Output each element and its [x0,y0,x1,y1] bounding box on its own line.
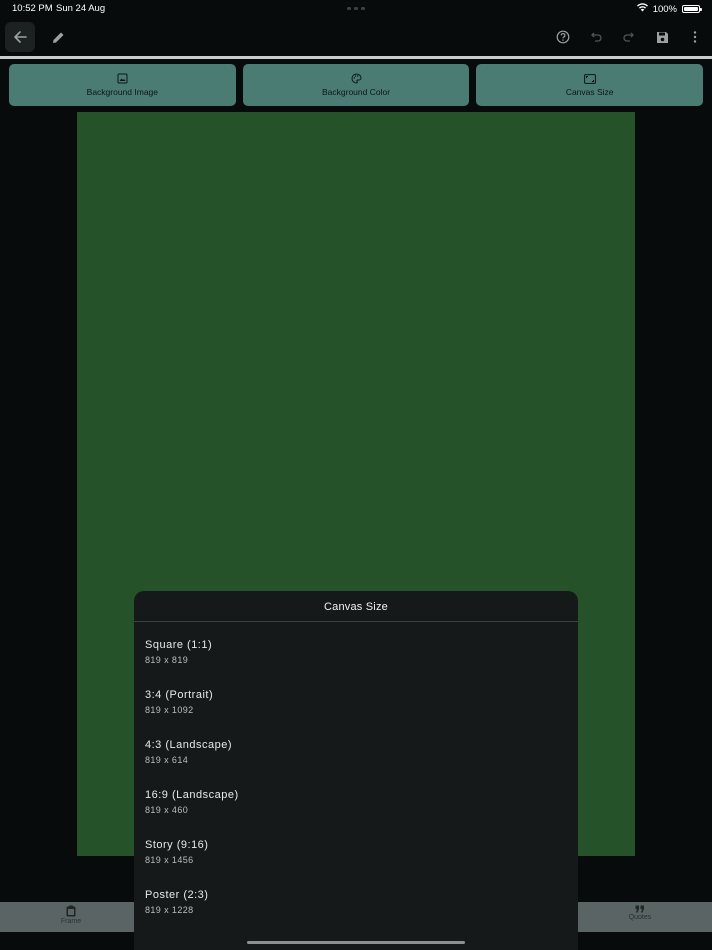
wifi-icon [636,3,648,15]
multitasking-dots-icon[interactable] [347,7,365,10]
toolbar-divider [0,56,712,59]
nav-item-quotes[interactable]: Quotes [610,905,670,921]
back-button[interactable] [5,22,35,52]
more-vertical-icon [693,31,697,43]
palette-icon [351,73,362,84]
size-dimensions: 819 x 614 [145,755,189,765]
size-name: 3:4 (Portrait) [145,689,214,701]
status-date: Sun 24 Aug [56,3,106,14]
help-icon [556,30,570,44]
battery-icon [682,5,702,13]
tab-background-image[interactable]: Background Image [9,64,236,106]
back-arrow-icon [14,31,27,43]
nav-label: Frame [60,918,82,925]
pencil-icon [52,32,63,43]
save-button[interactable] [651,26,673,48]
nav-item-frame[interactable]: Frame [41,905,101,925]
size-name: Story (9:16) [145,839,209,851]
size-dimensions: 819 x 1228 [145,905,194,915]
clipboard-icon [66,905,76,917]
status-bar: 10:52 PM Sun 24 Aug 100% [0,0,712,18]
toolbar [0,20,712,56]
canvas-size-list: Square (1:1) 819 x 819 3:4 (Portrait) 81… [134,622,578,938]
size-option-square[interactable]: Square (1:1) 819 x 819 [134,638,578,688]
tab-background-color[interactable]: Background Color [242,64,470,106]
tab-label: Background Image [86,87,159,97]
canvas-size-sheet: Canvas Size Square (1:1) 819 x 819 3:4 (… [134,591,578,950]
aspect-ratio-icon [583,73,596,84]
tab-canvas-size[interactable]: Canvas Size [476,64,704,106]
tab-label: Canvas Size [565,86,614,97]
size-option-story[interactable]: Story (9:16) 819 x 1456 [134,838,578,888]
toolbar-actions [552,26,706,48]
size-dimensions: 819 x 460 [145,805,189,815]
image-icon [117,73,128,84]
size-option-portrait[interactable]: 3:4 (Portrait) 819 x 1092 [134,688,578,738]
save-icon [656,31,668,43]
status-time: 10:52 PM [12,3,53,14]
size-dimensions: 819 x 1092 [145,705,194,715]
sheet-title: Canvas Size [324,601,388,613]
battery-percent: 100% [652,3,677,15]
undo-button[interactable] [585,26,607,48]
size-name: Square (1:1) [145,639,213,651]
undo-icon [591,32,602,42]
tab-label: Background Color [321,87,391,97]
size-option-landscape[interactable]: 4:3 (Landscape) 819 x 614 [134,738,578,788]
size-option-poster[interactable]: Poster (2:3) 819 x 1228 [134,888,578,938]
size-dimensions: 819 x 1456 [145,855,194,865]
size-name: 16:9 (Landscape) [145,789,239,801]
nav-label: Quotes [628,914,652,921]
home-indicator[interactable] [247,941,465,944]
size-dimensions: 819 x 819 [145,655,189,665]
editor-tabs: Background Image Background Color Canvas… [9,64,704,106]
size-name: Poster (2:3) [145,889,209,901]
quote-icon [635,905,644,913]
edit-button[interactable] [47,26,69,48]
redo-icon [623,32,634,42]
redo-button[interactable] [618,26,640,48]
status-right: 100% [636,3,702,15]
size-name: 4:3 (Landscape) [145,739,232,751]
more-button[interactable] [684,26,706,48]
help-button[interactable] [552,26,574,48]
size-option-widescreen[interactable]: 16:9 (Landscape) 819 x 460 [134,788,578,838]
